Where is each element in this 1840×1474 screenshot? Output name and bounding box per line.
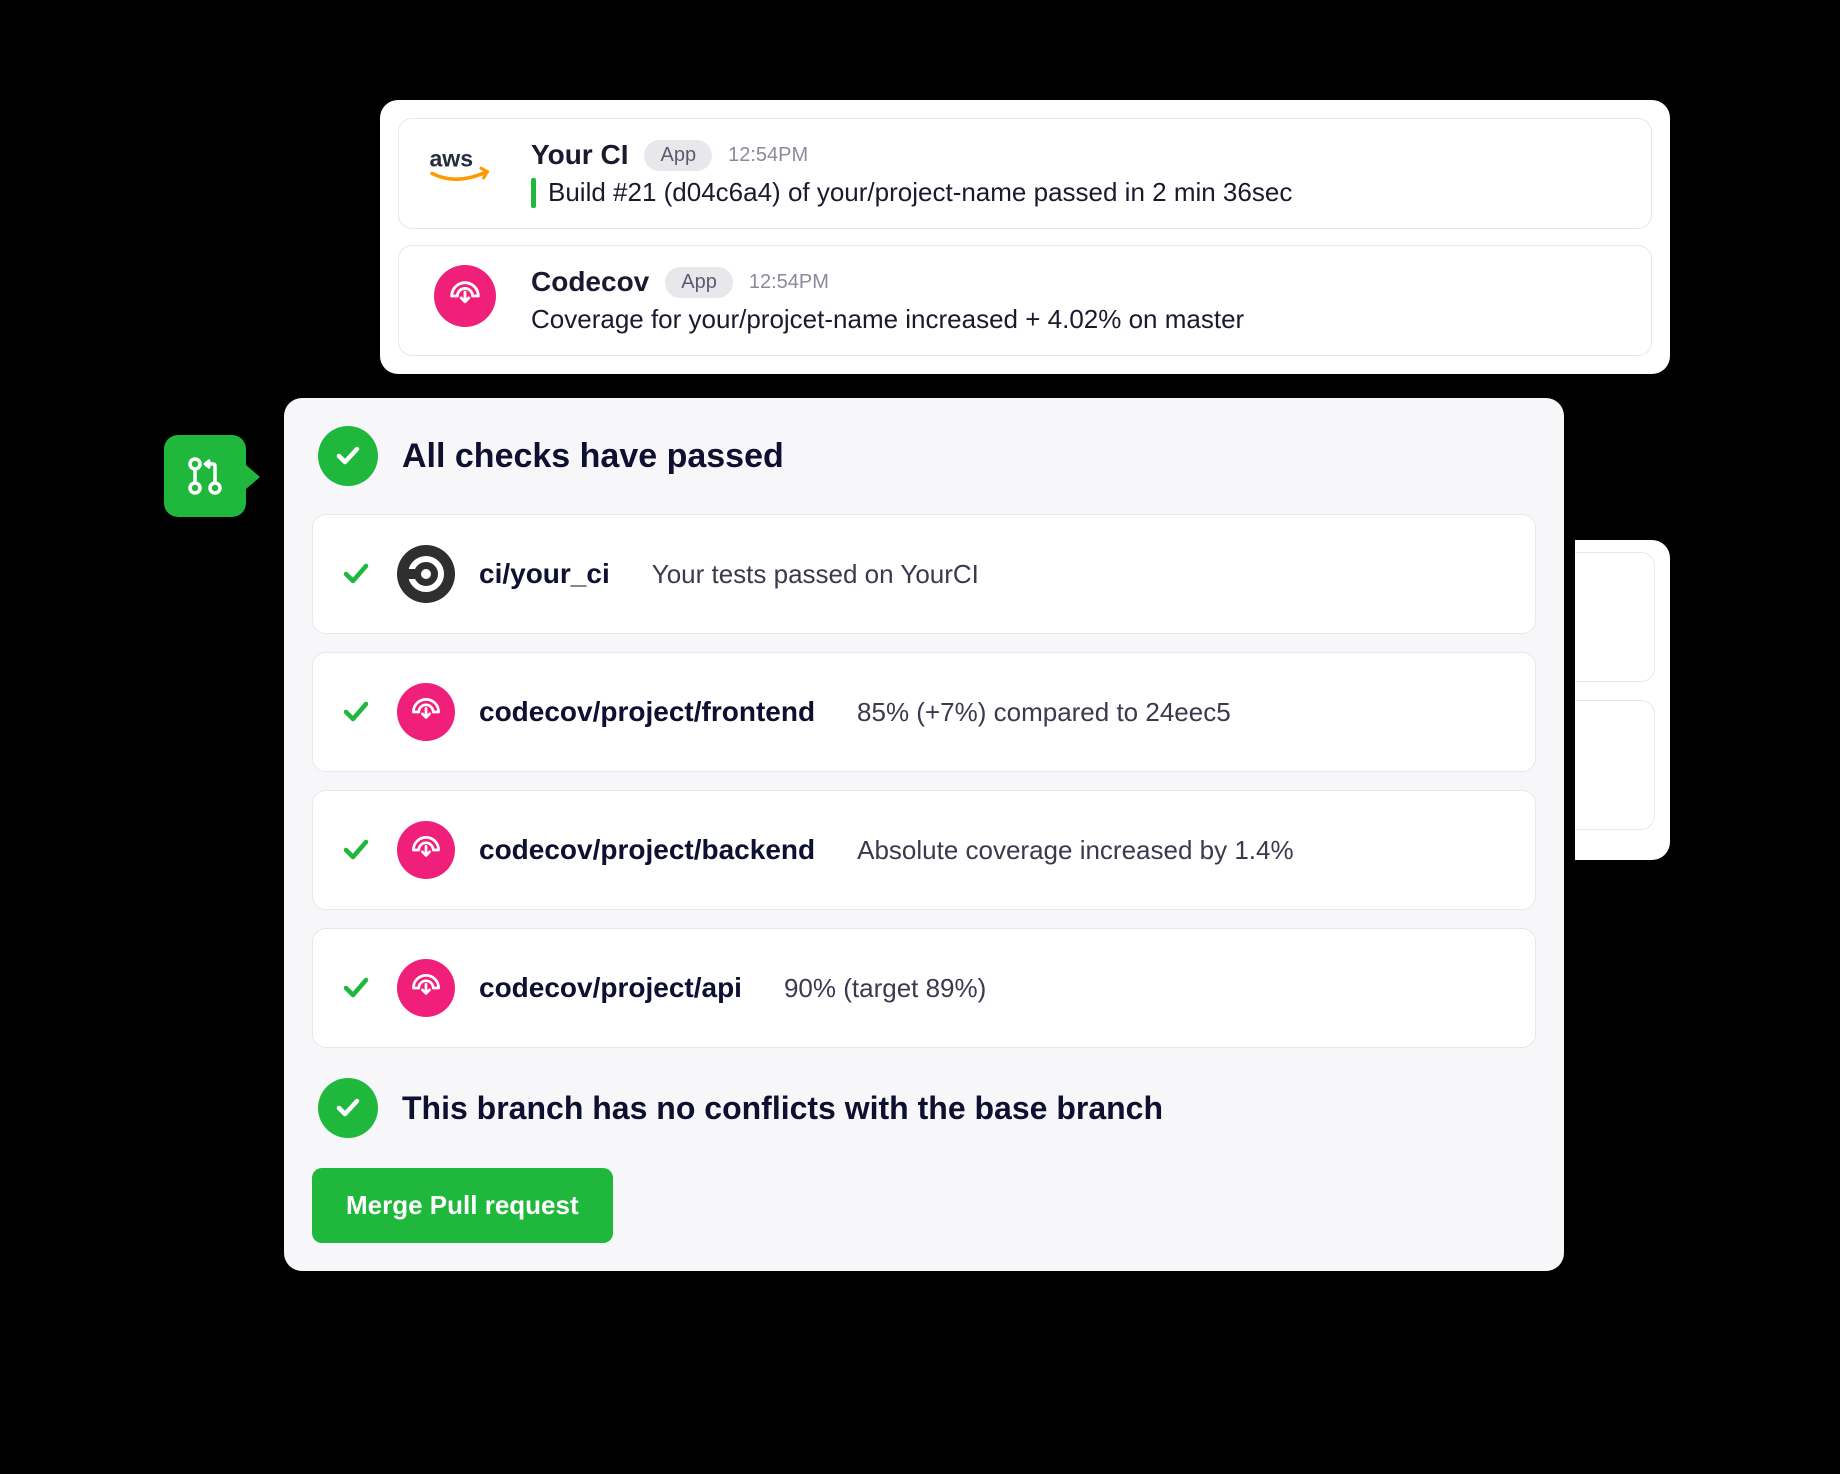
codecov-logo — [397, 959, 455, 1017]
checkmark-icon — [339, 557, 373, 591]
app-badge: App — [644, 140, 712, 171]
notification-title: Codecov — [531, 266, 649, 298]
check-circle-icon — [318, 426, 378, 486]
notification-message: Build #21 (d04c6a4) of your/project-name… — [548, 177, 1292, 208]
check-desc: Absolute coverage increased by 1.4% — [857, 835, 1294, 866]
notification-item: Codecov App 12:54PM Coverage for your/pr… — [398, 245, 1652, 356]
status-bar — [531, 178, 536, 208]
check-desc: Your tests passed on YourCI — [652, 559, 979, 590]
check-desc: 90% (target 89%) — [784, 973, 986, 1004]
check-row[interactable]: ci/your_ci Your tests passed on YourCI — [312, 514, 1536, 634]
check-name: codecov/project/backend — [479, 834, 815, 866]
check-name: codecov/project/frontend — [479, 696, 815, 728]
codecov-logo — [425, 266, 505, 326]
check-row[interactable]: codecov/project/frontend 85% (+7%) compa… — [312, 652, 1536, 772]
codecov-logo — [397, 821, 455, 879]
check-circle-icon — [318, 1078, 378, 1138]
notification-message: Coverage for your/projcet-name increased… — [531, 304, 1244, 335]
check-desc: 85% (+7%) compared to 24eec5 — [857, 697, 1231, 728]
conflicts-text: This branch has no conflicts with the ba… — [402, 1090, 1163, 1127]
conflicts-status: This branch has no conflicts with the ba… — [318, 1078, 1536, 1138]
check-row[interactable]: codecov/project/api 90% (target 89%) — [312, 928, 1536, 1048]
merge-button[interactable]: Merge Pull request — [312, 1168, 613, 1243]
circleci-logo — [397, 545, 455, 603]
checks-header: All checks have passed — [312, 426, 1536, 486]
notification-time: 12:54PM — [749, 271, 829, 294]
notifications-card: aws Your CI App 12:54PM Build #21 (d04c6… — [380, 100, 1670, 374]
notification-item: aws Your CI App 12:54PM Build #21 (d04c6… — [398, 118, 1652, 229]
codecov-logo — [397, 683, 455, 741]
checkmark-icon — [339, 971, 373, 1005]
checks-panel: All checks have passed ci/your_ci Your t… — [284, 398, 1564, 1271]
svg-text:aws: aws — [429, 145, 473, 171]
app-badge: App — [665, 267, 733, 298]
checkmark-icon — [339, 833, 373, 867]
check-name: codecov/project/api — [479, 972, 742, 1004]
checkmark-icon — [339, 695, 373, 729]
check-row[interactable]: codecov/project/backend Absolute coverag… — [312, 790, 1536, 910]
aws-logo: aws — [425, 139, 505, 199]
backdrop-decor — [1575, 540, 1670, 860]
check-name: ci/your_ci — [479, 558, 610, 590]
notification-time: 12:54PM — [728, 144, 808, 167]
checks-title: All checks have passed — [402, 437, 784, 476]
notification-title: Your CI — [531, 139, 628, 171]
pull-request-icon — [164, 435, 246, 517]
